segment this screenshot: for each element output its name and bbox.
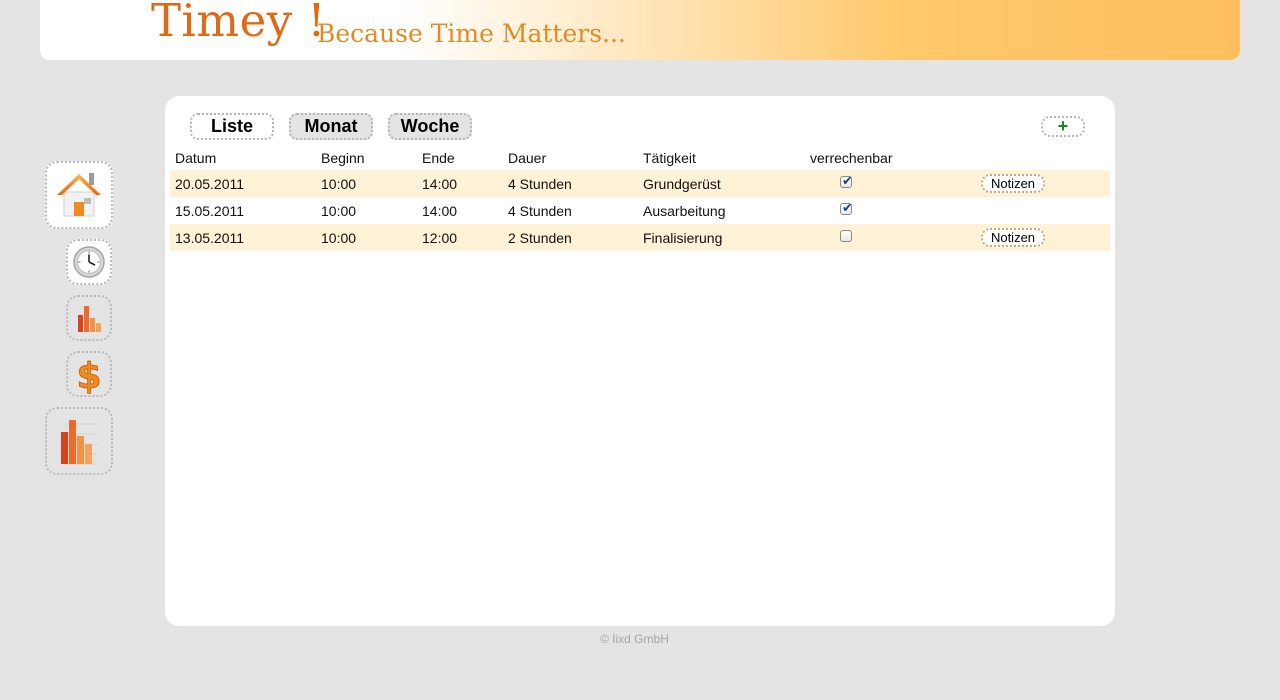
column-header-dauer: Dauer [508,150,547,166]
check-mark-icon: ✔ [842,200,853,215]
cell-ende: 14:00 [422,203,458,219]
column-header-ende: Ende [422,150,455,166]
cell-taetigkeit: Grundgerüst [643,176,721,192]
nav-home-button[interactable] [45,161,113,229]
table-row: 13.05.2011 10:00 12:00 2 Stunden Finalis… [170,224,1110,251]
cell-dauer: 2 Stunden [508,230,572,246]
cell-beginn: 10:00 [321,176,357,192]
brand-title: Timey ! [151,0,327,47]
cell-dauer: 4 Stunden [508,176,572,192]
cell-ende: 14:00 [422,176,458,192]
notes-button[interactable]: Notizen [981,228,1045,247]
tab-woche[interactable]: Woche [388,113,472,140]
column-header-datum: Datum [175,150,217,166]
column-header-taetigkeit: Tätigkeit [643,150,696,166]
nav-statistics-button[interactable] [66,295,112,341]
report-chart-icon [60,420,98,465]
app-header: Timey ! Because Time Matters... [40,0,1240,60]
cell-datum: 15.05.2011 [175,203,245,219]
copyright-footer: © Iixd GmbH [600,632,669,646]
billable-checkbox[interactable]: ✔ [840,200,853,215]
cell-beginn: 10:00 [321,203,357,219]
cell-beginn: 10:00 [321,230,357,246]
check-mark-icon: ✔ [842,173,853,188]
clock-icon [73,246,105,278]
table-row: 15.05.2011 10:00 14:00 4 Stunden Ausarbe… [170,197,1110,224]
time-entries-panel: Liste Monat Woche + Datum Beginn Ende Da… [165,96,1115,626]
cell-dauer: 4 Stunden [508,203,572,219]
notes-button[interactable]: Notizen [981,174,1045,193]
column-header-beginn: Beginn [321,150,365,166]
home-icon [57,173,101,217]
brand-slogan: Because Time Matters... [317,19,626,48]
add-entry-button[interactable]: + [1041,116,1085,137]
cell-ende: 12:00 [422,230,458,246]
cell-datum: 20.05.2011 [175,176,245,192]
nav-billing-button[interactable]: $ [66,351,112,397]
dollar-icon: $ [76,356,102,394]
tab-liste[interactable]: Liste [190,113,274,140]
cell-taetigkeit: Finalisierung [643,230,723,246]
billable-checkbox[interactable]: ✔ [840,173,853,188]
nav-reports-button[interactable] [45,407,113,475]
tab-monat[interactable]: Monat [289,113,373,140]
billable-checkbox[interactable] [840,230,852,242]
nav-time-button[interactable] [66,239,112,285]
bar-chart-icon [78,306,101,332]
column-header-verrechenbar: verrechenbar [810,150,893,166]
svg-text:$: $ [76,356,101,394]
cell-datum: 13.05.2011 [175,230,245,246]
table-row: 20.05.2011 10:00 14:00 4 Stunden Grundge… [170,170,1110,197]
cell-taetigkeit: Ausarbeitung [643,203,726,219]
